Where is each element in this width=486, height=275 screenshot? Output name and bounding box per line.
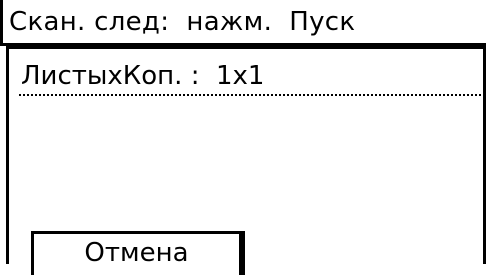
title-bar: Скан. след: нажм. Пуск <box>0 0 486 46</box>
scan-screen: Скан. след: нажм. Пуск ЛистыхКоп. : 1x1 … <box>0 0 486 275</box>
sheets-copies-readout: ЛистыхКоп. : 1x1 <box>21 61 265 91</box>
scan-info-panel: ЛистыхКоп. : 1x1 Отмена <box>6 46 486 275</box>
cancel-button[interactable]: Отмена <box>31 231 245 275</box>
dotted-divider <box>19 94 481 96</box>
status-message: Скан. след: нажм. Пуск <box>9 7 356 37</box>
